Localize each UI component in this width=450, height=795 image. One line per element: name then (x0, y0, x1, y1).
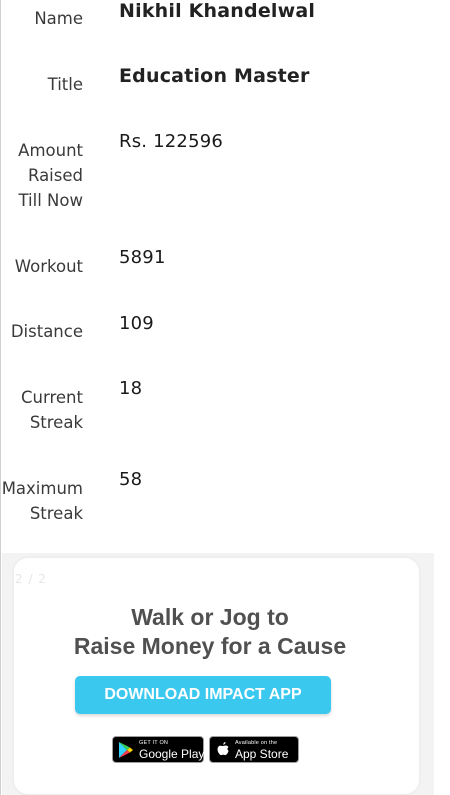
name-label: Name (34, 9, 83, 28)
workout-value: 5891 (119, 247, 166, 268)
current-streak-value: 18 (119, 378, 143, 399)
amount-value: Rs. 122596 (119, 131, 224, 152)
max-streak-value: 58 (119, 469, 143, 490)
title-value: Education Master (119, 65, 310, 87)
max-streak-label: Maximum Streak (0, 476, 83, 526)
current-streak-label: Current Streak (0, 385, 83, 435)
google-play-small-text: GET IT ON (139, 740, 169, 746)
max-streak-label-line-1: Maximum (1, 479, 83, 498)
profile-page: Name Nikhil Khandelwal Title Education M… (0, 0, 450, 795)
app-store-big-text: App Store (235, 747, 289, 761)
google-play-big-text: Google Play (139, 747, 205, 761)
amount-label-line-1: Amount (18, 141, 83, 160)
google-play-badge[interactable]: GET IT ON Google Play (112, 736, 204, 763)
apple-icon (217, 742, 229, 756)
promo-headline-line-1: Walk or Jog to (131, 604, 289, 630)
current-streak-label-line-1: Current (21, 388, 83, 407)
max-streak-label-line-2: Streak (29, 504, 83, 523)
distance-value: 109 (119, 313, 154, 334)
amount-label-line-2: Raised (27, 166, 83, 185)
promo-headline-line-2: Raise Money for a Cause (73, 633, 347, 659)
distance-label: Distance (10, 322, 83, 341)
app-store-small-text: Available on the (235, 740, 278, 746)
app-store-badge[interactable]: Available on the App Store (209, 736, 299, 763)
name-value: Nikhil Khandelwal (119, 0, 316, 22)
workout-label: Workout (14, 257, 83, 276)
current-streak-label-line-2: Streak (29, 413, 83, 432)
download-impact-app-button[interactable]: DOWNLOAD IMPACT APP (75, 676, 331, 714)
amount-label-line-3: Till Now (18, 191, 83, 210)
title-label: Title (47, 75, 83, 94)
google-play-icon (119, 742, 133, 758)
slide-counter: 2 / 2 (15, 572, 47, 586)
amount-label: Amount Raised Till Now (0, 138, 83, 213)
